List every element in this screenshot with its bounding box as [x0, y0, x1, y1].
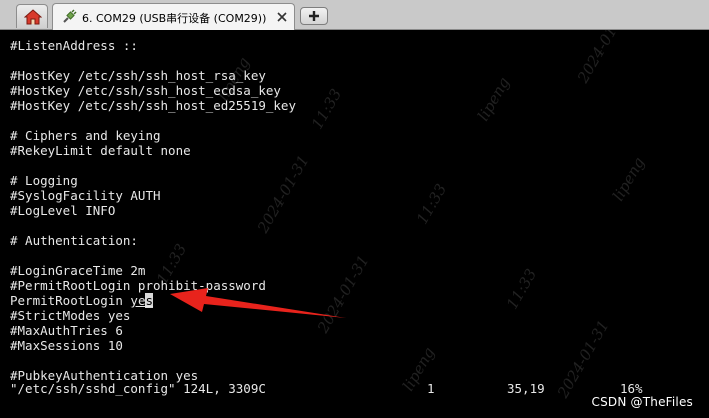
session-tab-title: 6. COM29 (USB串行设备 (COM29)) — [82, 12, 267, 25]
terminal-view[interactable]: lipeng 11:33 lipeng 2024-01-31 2024-01-3… — [0, 30, 709, 418]
tab-bar: 6. COM29 (USB串行设备 (COM29)) — [0, 0, 709, 30]
terminal-line: #RekeyLimit default none — [10, 143, 191, 158]
session-tab[interactable]: 6. COM29 (USB串行设备 (COM29)) — [52, 3, 295, 30]
close-icon[interactable] — [276, 11, 288, 23]
terminal-line: #ListenAddress :: — [10, 38, 138, 53]
status-file-info: "/etc/ssh/sshd_config" 124L, 3309C — [10, 381, 266, 396]
home-icon — [24, 9, 42, 25]
watermark-user: lipeng — [609, 153, 649, 205]
terminal-line: #LogLevel INFO — [10, 203, 116, 218]
edited-line-key: PermitRootLogin — [10, 293, 131, 308]
new-tab-button[interactable] — [300, 7, 328, 25]
plug-icon — [63, 9, 77, 23]
watermark-date: 2024-01-31 — [553, 317, 613, 401]
terminal-line: # Logging — [10, 173, 78, 188]
status-cursor-position: 35,19 — [507, 381, 545, 396]
terminal-line: #HostKey /etc/ssh/ssh_host_ecdsa_key — [10, 83, 281, 98]
edited-config-line[interactable]: PermitRootLogin yes — [10, 293, 154, 308]
terminal-line: # Ciphers and keying — [10, 128, 161, 143]
terminal-line: #MaxSessions 10 — [10, 338, 123, 353]
terminal-line: #StrictModes yes — [10, 308, 131, 323]
home-tab[interactable] — [16, 4, 48, 28]
watermark-date: 2024-01-31 — [573, 30, 633, 86]
watermark-date: 2024-01-31 — [253, 152, 313, 236]
edited-line-value: yes — [130, 293, 154, 308]
terminal-line: #LoginGraceTime 2m — [10, 263, 146, 278]
watermark-user: lipeng — [474, 73, 514, 125]
text-cursor: s — [145, 293, 154, 308]
terminal-line: #MaxAuthTries 6 — [10, 323, 123, 338]
credit-watermark: CSDN @TheFiles — [591, 395, 693, 409]
plus-icon — [309, 11, 319, 21]
watermark-time: 11:33 — [413, 180, 451, 228]
terminal-line: #HostKey /etc/ssh/ssh_host_rsa_key — [10, 68, 266, 83]
terminal-line: #HostKey /etc/ssh/ssh_host_ed25519_key — [10, 98, 296, 113]
terminal-line: # Authentication: — [10, 233, 138, 248]
watermark-time: 11:33 — [503, 265, 541, 313]
terminal-line: #SyslogFacility AUTH — [10, 188, 161, 203]
status-count: 1 — [427, 381, 435, 396]
status-percent: 16% — [620, 381, 643, 396]
red-arrow-annotation — [170, 288, 346, 318]
watermark-time: 11:33 — [308, 85, 346, 133]
edited-line-value-text: ye — [130, 293, 146, 308]
